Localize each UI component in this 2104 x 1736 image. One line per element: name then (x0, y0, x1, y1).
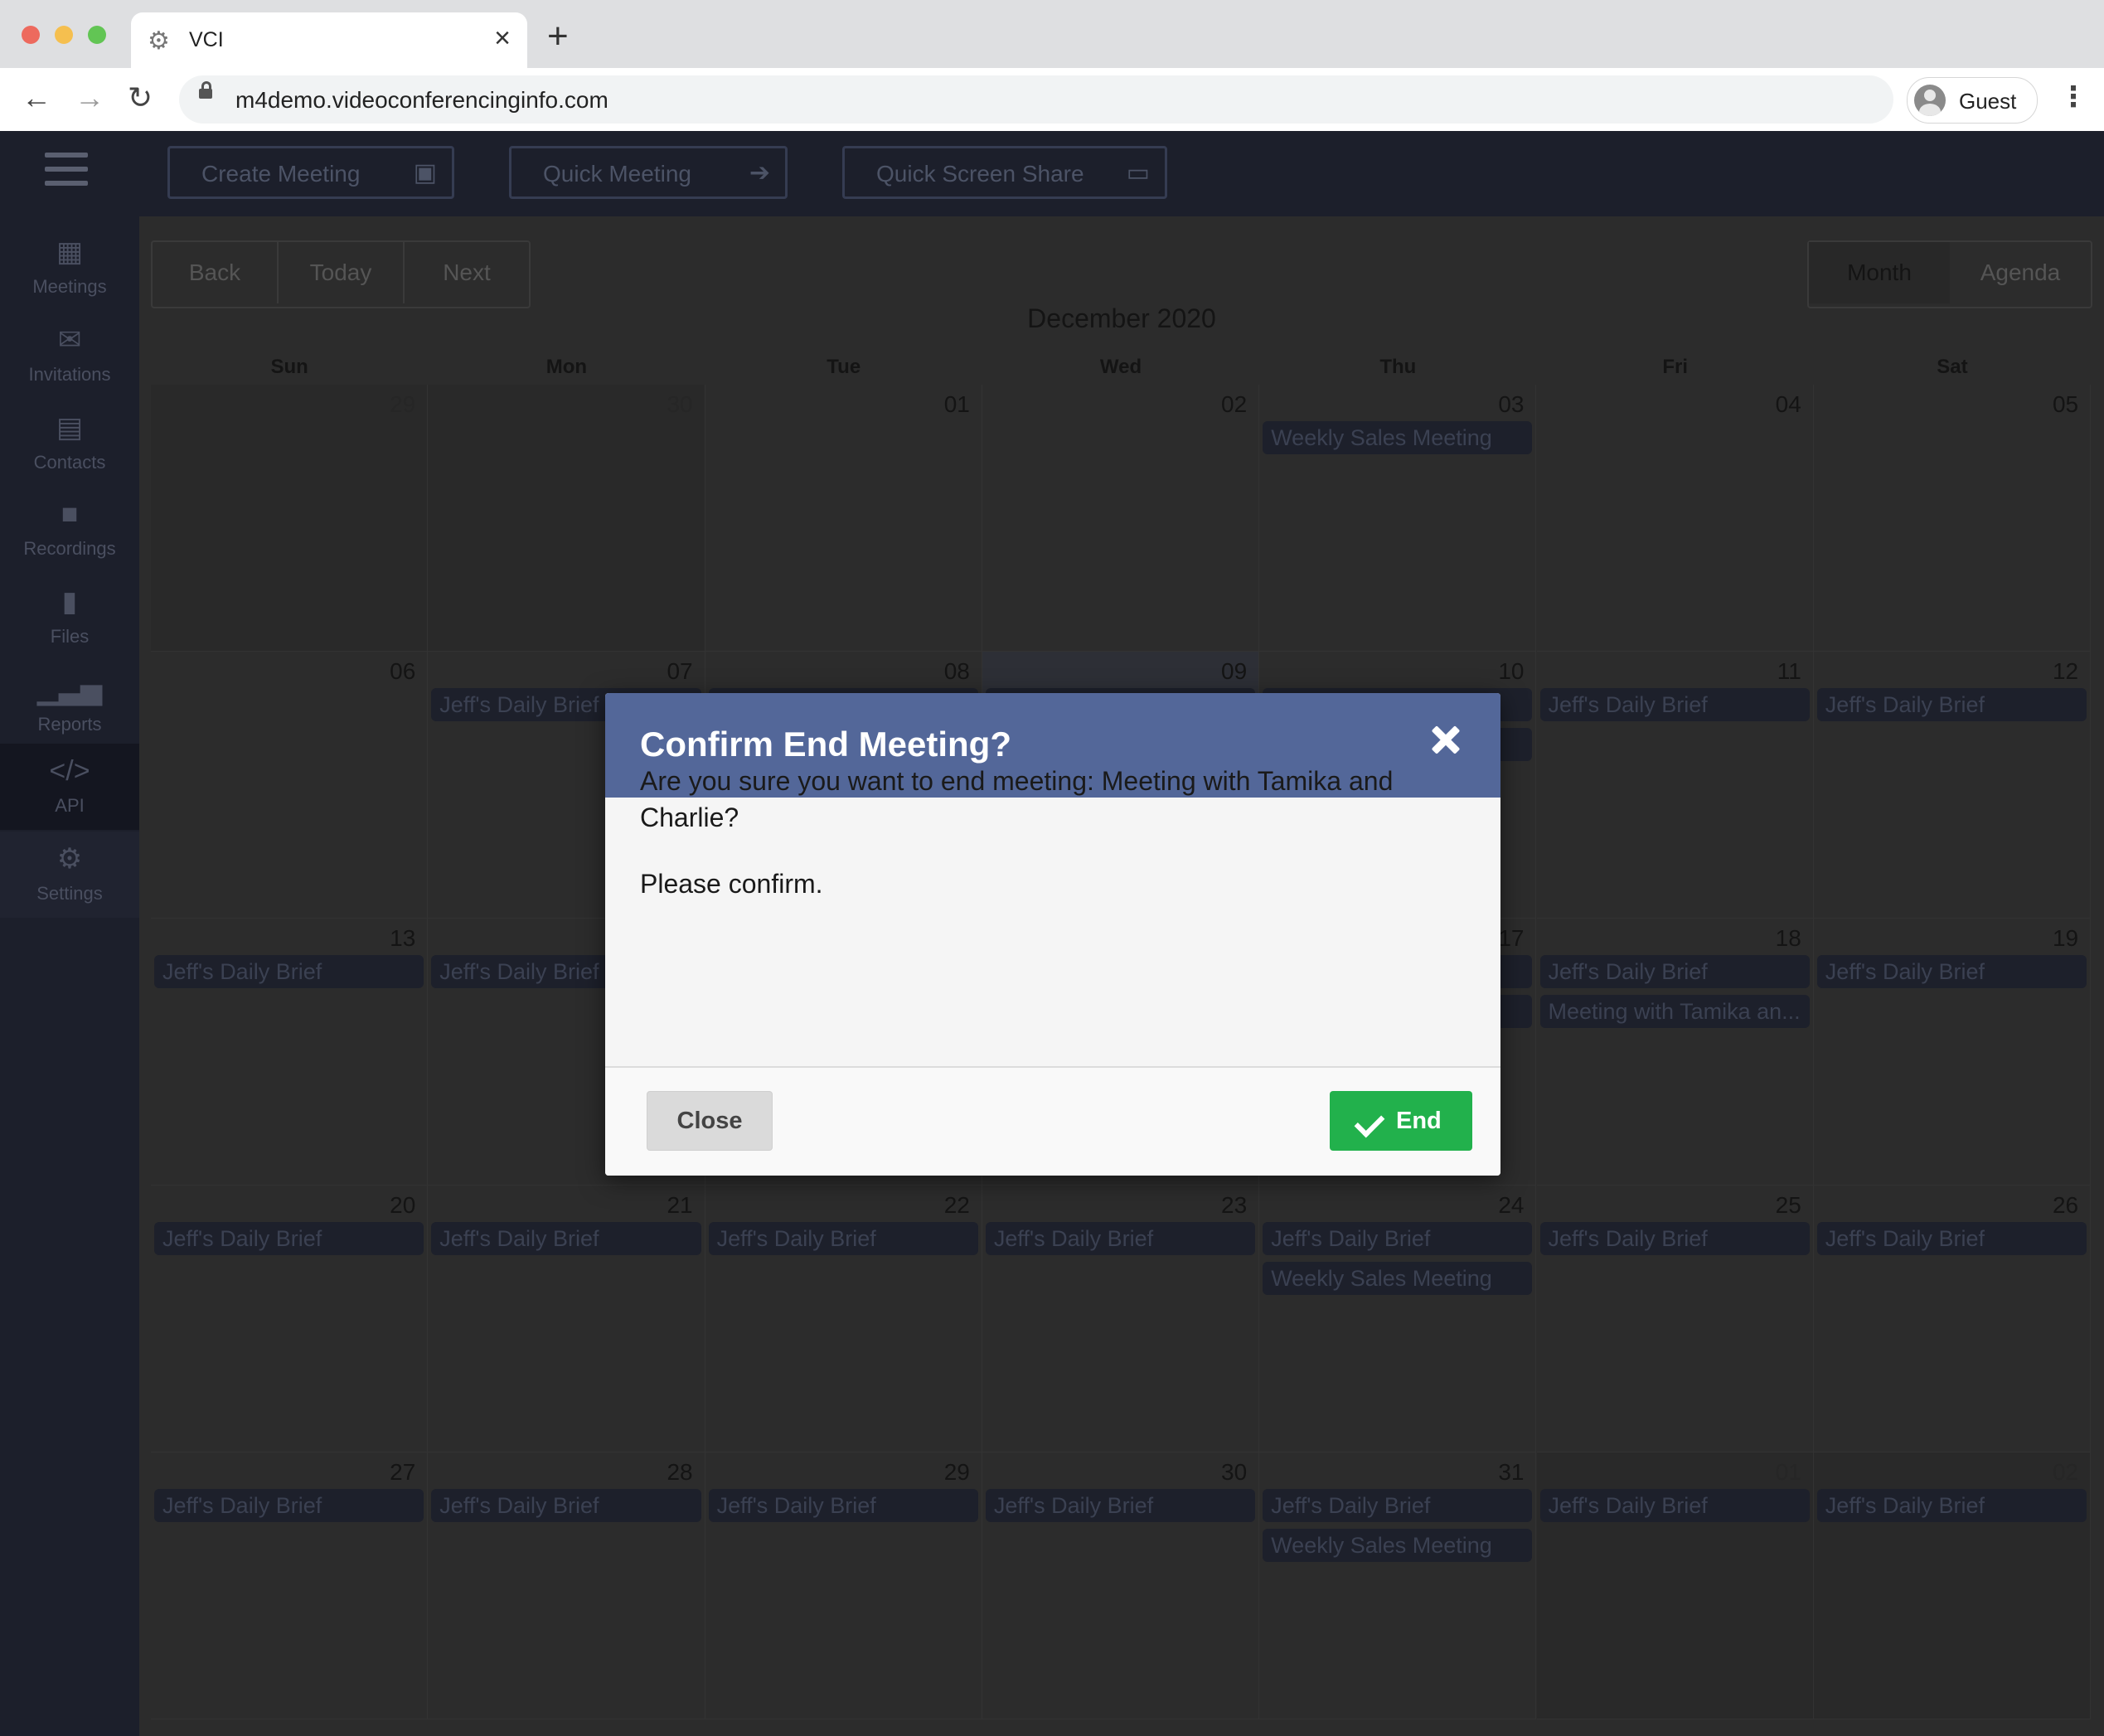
tab-title: VCI (189, 28, 224, 51)
confirm-end-meeting-dialog: Confirm End Meeting? Are you sure you wa… (605, 693, 1500, 1176)
end-button-label: End (1396, 1108, 1442, 1134)
new-tab-icon[interactable]: + (547, 18, 569, 55)
profile-label: Guest (1959, 89, 2017, 114)
browser-tab-bar: ⚙ VCI × + (0, 0, 2104, 68)
site-favicon-icon: ⚙ (148, 27, 170, 55)
url-text: m4demo.videoconferencinginfo.com (235, 87, 608, 113)
dialog-footer: Close End (605, 1066, 1500, 1176)
lock-icon (199, 81, 212, 99)
tab-close-icon[interactable]: × (494, 24, 511, 52)
back-arrow-icon[interactable]: ← (22, 81, 51, 114)
forward-arrow-icon[interactable]: → (75, 81, 104, 114)
window-minimize-dot[interactable] (55, 26, 73, 44)
address-bar[interactable]: m4demo.videoconferencinginfo.com (179, 75, 1893, 124)
window-zoom-dot[interactable] (88, 26, 106, 44)
reload-icon[interactable]: ↻ (128, 81, 153, 114)
browser-toolbar: ← → ↻ m4demo.videoconferencinginfo.com G… (0, 68, 2104, 132)
check-icon (1354, 1107, 1385, 1138)
browser-tab[interactable]: ⚙ VCI × (131, 12, 527, 68)
end-meeting-button[interactable]: End (1330, 1091, 1472, 1151)
dialog-question: Are you sure you want to end meeting: Me… (640, 766, 1394, 832)
window-close-dot[interactable] (22, 26, 40, 44)
dialog-title: Confirm End Meeting? (640, 725, 1011, 764)
close-button[interactable]: Close (647, 1091, 773, 1151)
profile-button[interactable]: Guest (1907, 77, 2038, 124)
avatar-icon (1914, 85, 1946, 116)
close-icon[interactable] (1426, 720, 1467, 761)
browser-menu-icon[interactable]: ⋮ (2059, 83, 2087, 111)
dialog-confirm-text: Please confirm. (640, 869, 823, 899)
